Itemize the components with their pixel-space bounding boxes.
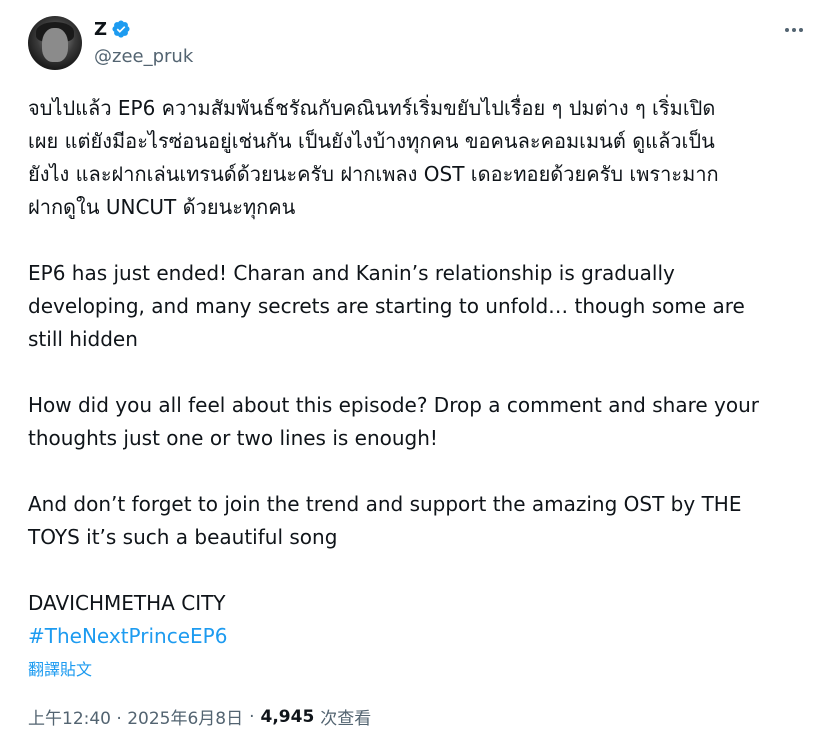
avatar[interactable] [28,16,82,70]
views-label: 次查看 [320,709,372,729]
meta-separator: · [249,706,255,727]
tweet-paragraph-thai: จบไปแล้ว EP6 ความสัมพันธ์ชรัณกับคณินทร์เ… [28,96,719,219]
tweet-tag-line: DAVICHMETHA CITY [28,591,226,615]
timestamp[interactable]: 上午12:40 · 2025年6月8日 [28,704,243,729]
tweet-meta: 上午12:40 · 2025年6月8日 · 4,945 次查看 [28,704,372,730]
tweet-paragraph-english-2: How did you all feel about this episode?… [28,393,760,450]
more-dot [792,28,796,32]
author-name-row: Z [94,16,131,42]
tweet: Z @zee_pruk จบไปแล้ว EP6 ความสัมพันธ์ชรั… [0,0,837,754]
avatar-face [42,28,68,62]
views-count: 4,945 [260,706,315,727]
tweet-text: จบไปแล้ว EP6 ความสัมพันธ์ชรัณกับคณินทร์เ… [28,92,808,653]
author-name[interactable]: Z [94,19,107,40]
more-dot [799,28,803,32]
more-dot [785,28,789,32]
hashtag-link[interactable]: #TheNextPrinceEP6 [28,620,808,653]
translate-post-link[interactable]: 翻譯貼文 [28,656,92,680]
verified-badge-icon[interactable] [111,19,131,39]
more-options-icon[interactable] [780,18,808,42]
tweet-paragraph-english-3: And don’t forget to join the trend and s… [28,492,742,549]
author-handle[interactable]: @zee_pruk [94,46,193,67]
tweet-paragraph-english-1: EP6 has just ended! Charan and Kanin’s r… [28,261,745,351]
